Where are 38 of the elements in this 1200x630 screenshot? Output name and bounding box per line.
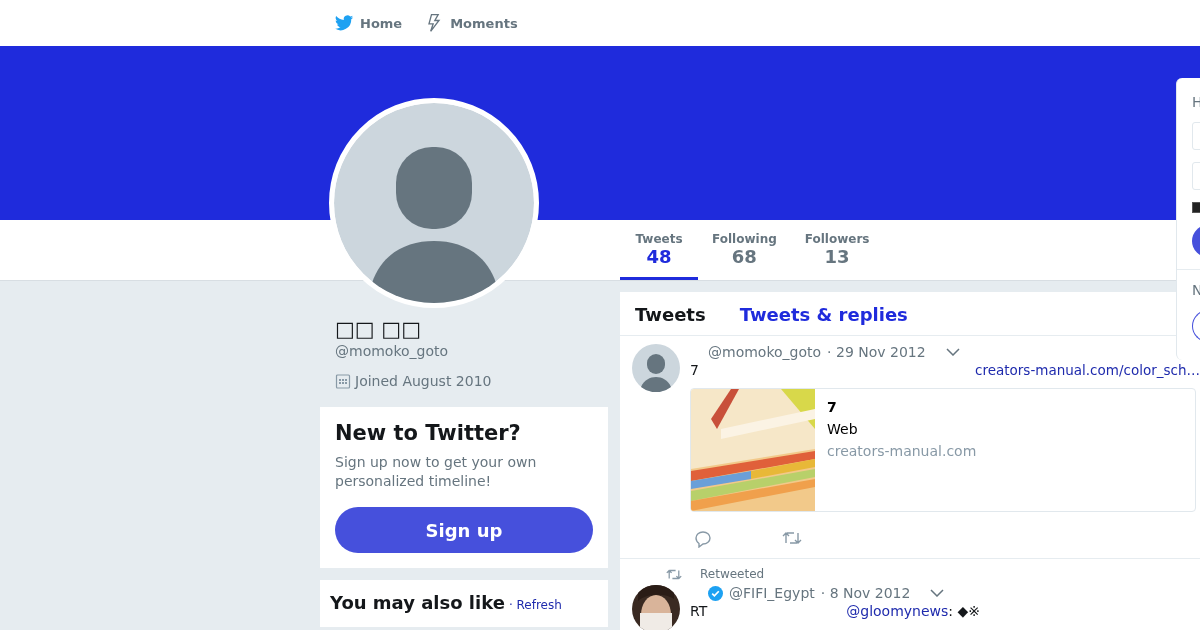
card-domain: creators-manual.com xyxy=(827,443,977,459)
stat-tab[interactable]: Following 68 xyxy=(698,220,791,280)
stat-tab[interactable]: Tweets 48 xyxy=(620,220,698,280)
avatar xyxy=(632,344,680,392)
card-description: Web xyxy=(827,421,859,437)
timeline-tab[interactable]: Tweets xyxy=(635,304,706,325)
tweet-handle[interactable]: @momoko_goto xyxy=(708,344,822,360)
tweet-link[interactable]: creators-manual.com/color_sch… xyxy=(975,362,1200,378)
retweet-icon xyxy=(666,567,682,581)
suggestions-title: You may also like xyxy=(330,592,505,613)
checkbox[interactable] xyxy=(1192,202,1200,213)
profile-handle: @momoko_goto xyxy=(335,343,450,359)
stat-tab[interactable]: Followers 13 xyxy=(790,220,884,280)
bird-icon xyxy=(334,13,354,33)
link-card[interactable]: 7 Web creators-manual.com xyxy=(690,388,1196,512)
retweet-icon[interactable] xyxy=(782,530,802,546)
profile-name: □□ □□ xyxy=(335,317,423,341)
joined-date: Joined August 2010 xyxy=(355,373,492,389)
retweeted-label: Retweeted xyxy=(700,567,765,581)
tweet-text: RT xyxy=(690,603,708,619)
card-title: New to Twitter? xyxy=(335,421,522,445)
tweet-handle[interactable]: @FIFI_Egypt xyxy=(729,585,815,601)
timeline-tab[interactable]: Tweets & replies xyxy=(739,304,908,325)
tweet-text: 7 xyxy=(690,362,699,378)
reply-icon[interactable] xyxy=(694,530,712,548)
mention-link[interactable]: @gloomynews xyxy=(846,603,949,619)
calendar-icon xyxy=(335,373,351,389)
tweet-date[interactable]: · 29 Nov 2012 xyxy=(827,344,926,360)
tweet-date[interactable]: · 8 Nov 2012 xyxy=(820,585,911,601)
card-title: 7 xyxy=(827,399,838,415)
nav-link[interactable]: Moments xyxy=(424,13,518,33)
nav-link[interactable]: Home xyxy=(334,13,403,33)
signup-button[interactable]: Sign up xyxy=(335,507,593,553)
refresh-link[interactable]: · Refresh xyxy=(508,598,562,612)
card-text: Sign up now to get your own personalized timeline! xyxy=(335,453,538,491)
tweet-text: : ◆※ xyxy=(948,603,980,619)
chevron-icon[interactable] xyxy=(945,348,960,356)
chevron-icon[interactable] xyxy=(930,589,945,597)
